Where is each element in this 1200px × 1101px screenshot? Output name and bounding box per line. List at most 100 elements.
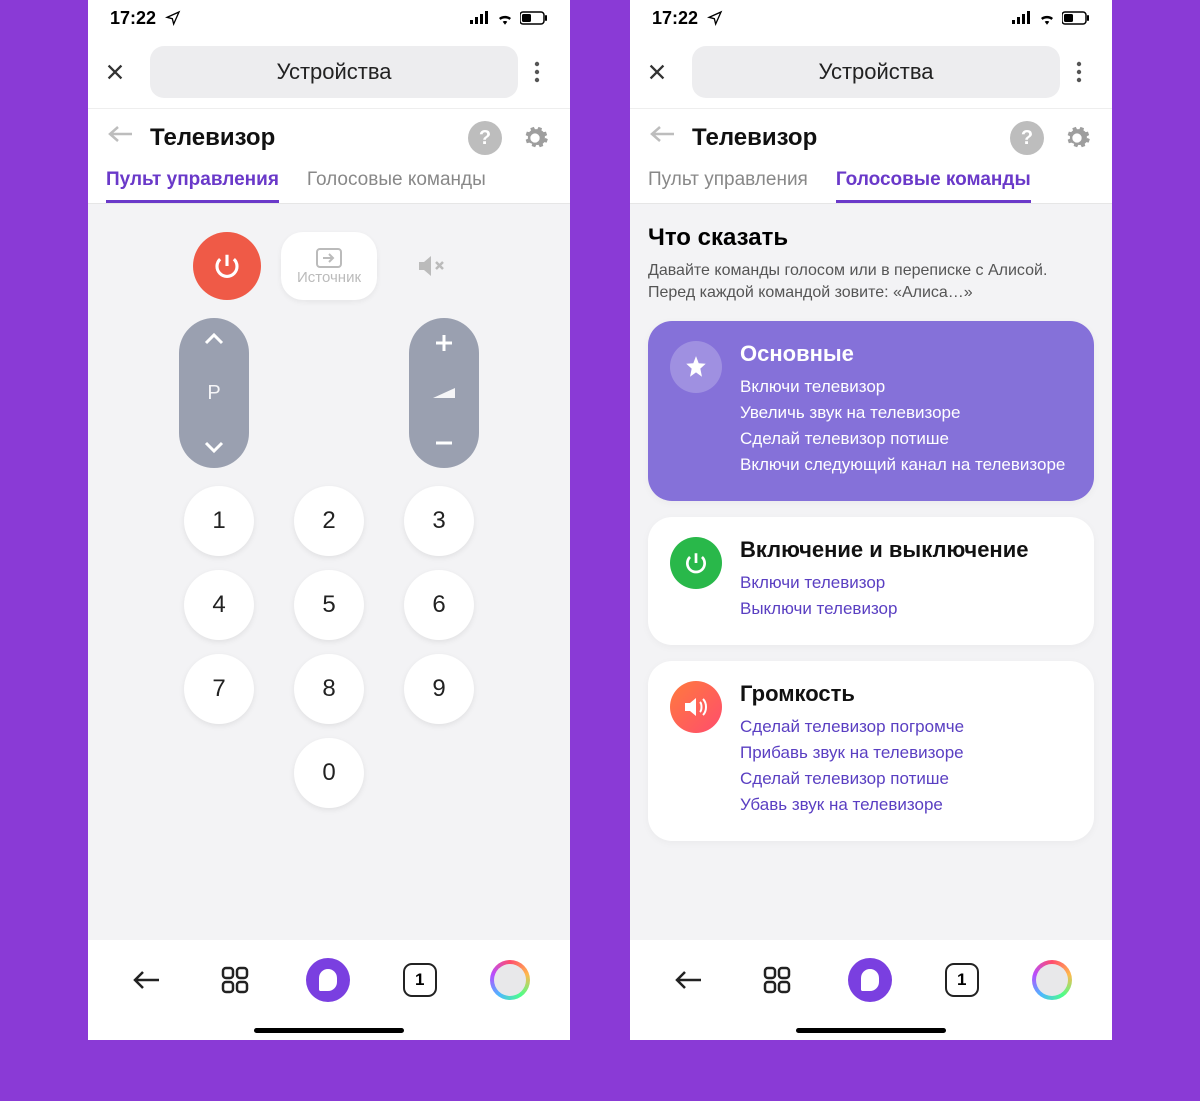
numkey-0[interactable]: 0 <box>294 738 364 808</box>
alice-icon <box>861 969 879 991</box>
volume-up-button[interactable] <box>433 332 455 354</box>
power-icon <box>212 251 242 281</box>
channel-down-button[interactable] <box>203 440 225 454</box>
card-power[interactable]: Включение и выключение Включи телевизор … <box>648 517 1094 645</box>
nav-profile-button[interactable] <box>1032 960 1072 1000</box>
subheader: Телевизор ? <box>88 109 570 155</box>
source-button[interactable]: Источник <box>281 232 377 300</box>
numkey-5[interactable]: 5 <box>294 570 364 640</box>
nav-tabs-button[interactable]: 1 <box>403 963 437 997</box>
tab-voice[interactable]: Голосовые команды <box>836 169 1031 203</box>
voice-command: Убавь звук на телевизоре <box>740 795 964 815</box>
status-icons <box>1012 11 1090 25</box>
status-time: 17:22 <box>652 8 723 29</box>
battery-icon <box>1062 11 1090 25</box>
card-title: Громкость <box>740 681 964 707</box>
nav-alice-button[interactable] <box>848 958 892 1002</box>
bottom-nav: 1 <box>630 940 1112 1020</box>
tab-voice[interactable]: Голосовые команды <box>307 169 486 203</box>
tab-remote[interactable]: Пульт управления <box>106 169 279 203</box>
status-bar: 17:22 <box>630 0 1112 36</box>
back-icon[interactable] <box>648 124 676 152</box>
close-icon[interactable] <box>104 61 134 83</box>
home-indicator[interactable] <box>630 1020 1112 1040</box>
signal-icon <box>470 11 490 25</box>
settings-icon[interactable] <box>1060 121 1094 155</box>
voice-command: Сделай телевизор потише <box>740 429 1065 449</box>
wifi-icon <box>496 11 514 25</box>
channel-up-button[interactable] <box>203 332 225 346</box>
location-icon <box>707 10 723 26</box>
voice-command: Выключи телевизор <box>740 599 1028 619</box>
numkey-6[interactable]: 6 <box>404 570 474 640</box>
tabs: Пульт управления Голосовые команды <box>88 155 570 203</box>
app-header: Устройства <box>88 36 570 109</box>
numkey-7[interactable]: 7 <box>184 654 254 724</box>
nav-alice-button[interactable] <box>306 958 350 1002</box>
voice-command: Включи телевизор <box>740 377 1065 397</box>
voice-command: Включи телевизор <box>740 573 1028 593</box>
phone-screen-remote: 17:22 Устройства Телевизор ? Пульт управ… <box>88 0 570 1040</box>
tabs: Пульт управления Голосовые команды <box>630 155 1112 203</box>
page-title: Телевизор <box>692 124 994 152</box>
numkey-3[interactable]: 3 <box>404 486 474 556</box>
nav-back-button[interactable] <box>670 962 706 998</box>
status-bar: 17:22 <box>88 0 570 36</box>
nav-back-button[interactable] <box>128 962 164 998</box>
mute-button[interactable] <box>397 232 465 300</box>
nav-apps-button[interactable] <box>759 962 795 998</box>
tab-remote[interactable]: Пульт управления <box>648 169 808 203</box>
volume-icon <box>431 386 457 400</box>
mute-icon <box>416 253 446 279</box>
back-icon[interactable] <box>106 124 134 152</box>
voice-subtext: Давайте команды голосом или в переписке … <box>648 260 1094 303</box>
more-icon[interactable] <box>1076 61 1096 83</box>
voice-command: Включи следующий канал на телевизоре <box>740 455 1065 475</box>
phone-screen-voice: 17:22 Устройства Телевизор ? Пульт управ… <box>630 0 1112 1040</box>
power-icon <box>670 537 722 589</box>
numkey-2[interactable]: 2 <box>294 486 364 556</box>
nav-tabs-button[interactable]: 1 <box>945 963 979 997</box>
power-button[interactable] <box>193 232 261 300</box>
volume-down-button[interactable] <box>433 432 455 454</box>
voice-command: Сделай телевизор погромче <box>740 717 964 737</box>
app-header: Устройства <box>630 36 1112 109</box>
numkey-9[interactable]: 9 <box>404 654 474 724</box>
help-icon[interactable]: ? <box>1010 121 1044 155</box>
header-title-pill[interactable]: Устройства <box>150 46 518 98</box>
home-indicator[interactable] <box>88 1020 570 1040</box>
signal-icon <box>1012 11 1032 25</box>
volume-icon <box>670 681 722 733</box>
avatar-icon <box>494 964 526 996</box>
voice-command: Увеличь звук на телевизоре <box>740 403 1065 423</box>
settings-icon[interactable] <box>518 121 552 155</box>
numkey-1[interactable]: 1 <box>184 486 254 556</box>
card-volume[interactable]: Громкость Сделай телевизор погромче Приб… <box>648 661 1094 841</box>
number-pad: 1 2 3 4 5 6 7 8 9 0 <box>184 486 474 808</box>
voice-heading: Что сказать <box>648 224 1094 252</box>
close-icon[interactable] <box>646 61 676 83</box>
status-time: 17:22 <box>110 8 181 29</box>
numkey-8[interactable]: 8 <box>294 654 364 724</box>
channel-rocker-label: P <box>207 382 220 405</box>
voice-panel: Что сказать Давайте команды голосом или … <box>630 204 1112 940</box>
location-icon <box>165 10 181 26</box>
card-title: Основные <box>740 341 1065 367</box>
card-title: Включение и выключение <box>740 537 1028 563</box>
nav-profile-button[interactable] <box>490 960 530 1000</box>
numkey-4[interactable]: 4 <box>184 570 254 640</box>
status-icons <box>470 11 548 25</box>
input-icon <box>315 247 343 269</box>
bottom-nav: 1 <box>88 940 570 1020</box>
header-title-pill[interactable]: Устройства <box>692 46 1060 98</box>
source-label: Источник <box>297 269 361 286</box>
card-basics[interactable]: Основные Включи телевизор Увеличь звук н… <box>648 321 1094 501</box>
channel-rocker: P <box>179 318 249 468</box>
more-icon[interactable] <box>534 61 554 83</box>
help-icon[interactable]: ? <box>468 121 502 155</box>
nav-apps-button[interactable] <box>217 962 253 998</box>
voice-command: Сделай телевизор потише <box>740 769 964 789</box>
volume-rocker <box>409 318 479 468</box>
voice-command: Прибавь звук на телевизоре <box>740 743 964 763</box>
page-title: Телевизор <box>150 124 452 152</box>
